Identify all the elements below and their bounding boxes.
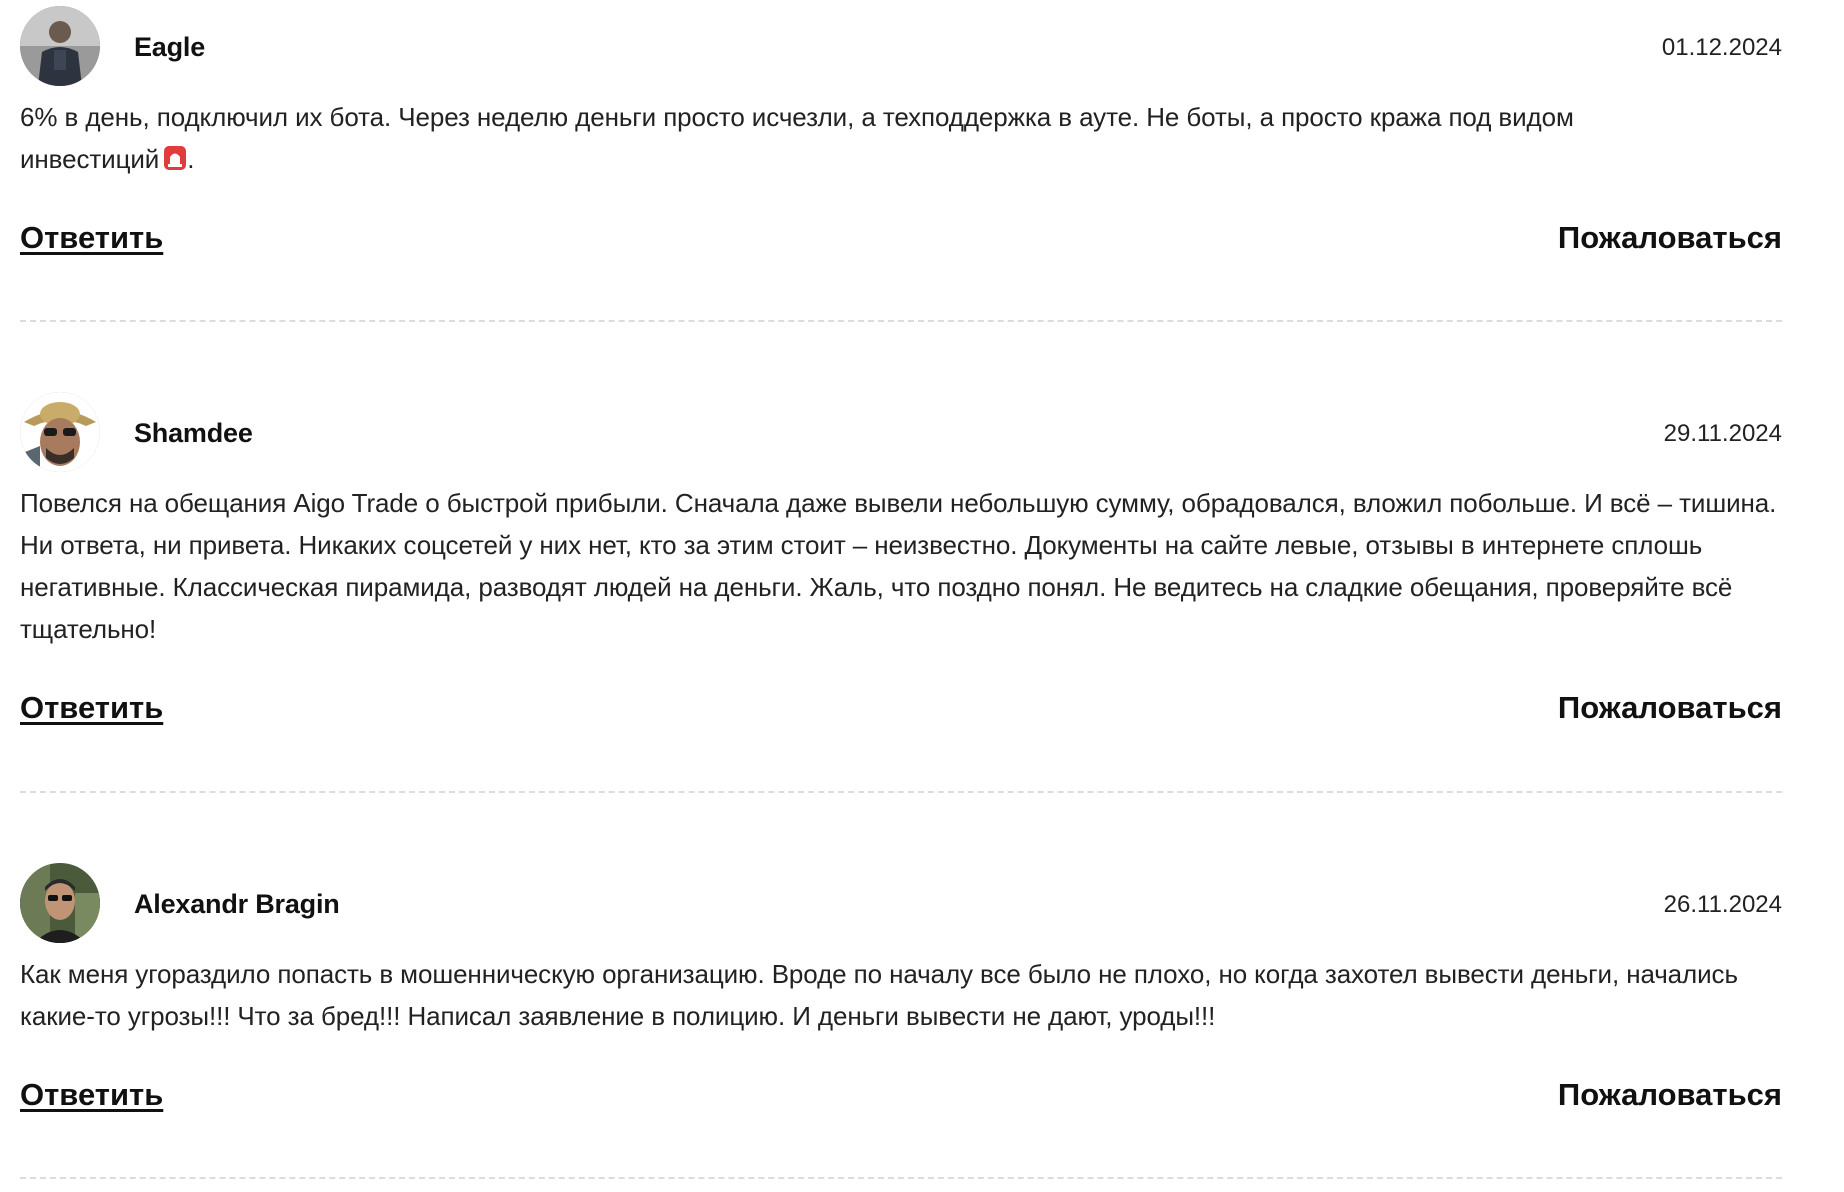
comment-text-end: .	[187, 144, 195, 174]
comment-item: Alexandr Bragin 26.11.2024 Как меня угор…	[20, 863, 1782, 1117]
comment-text: 6% в день, подключил их бота. Через неде…	[20, 96, 1782, 180]
comment-header: Shamdee 29.11.2024	[20, 392, 1782, 472]
comment-text: Как меня угораздило попасть в мошенничес…	[20, 959, 1738, 1031]
comment-header: Alexandr Bragin 26.11.2024	[20, 863, 1782, 943]
reply-link[interactable]: Ответить	[20, 220, 163, 256]
reply-link[interactable]: Ответить	[20, 1077, 163, 1113]
reply-link[interactable]: Ответить	[20, 690, 163, 726]
author-name: Shamdee	[134, 418, 253, 448]
comment-item: Eagle 01.12.2024 6% в день, подключил их…	[20, 6, 1782, 260]
report-link[interactable]: Пожаловаться	[1558, 1077, 1782, 1113]
author-name: Alexandr Bragin	[134, 889, 340, 919]
comment-date: 29.11.2024	[1663, 420, 1782, 447]
comment-divider	[20, 320, 1782, 322]
comment-text-line: инвестиций	[20, 144, 160, 174]
comment-actions: Ответить Пожаловаться	[20, 690, 1782, 730]
avatar	[20, 392, 100, 472]
comment-text-line: 6% в день, подключил их бота. Через неде…	[20, 102, 1574, 132]
comment-date: 01.12.2024	[1661, 34, 1782, 61]
avatar	[20, 863, 100, 943]
comment-divider	[20, 1177, 1782, 1179]
comment-actions: Ответить Пожаловаться	[20, 1077, 1782, 1117]
comment-date: 26.11.2024	[1663, 891, 1782, 918]
siren-icon	[163, 145, 187, 171]
comments-list: Eagle 01.12.2024 6% в день, подключил их…	[0, 0, 1844, 1192]
comment-text: Повелся на обещания Aigo Trade о быстрой…	[20, 488, 1777, 644]
report-link[interactable]: Пожаловаться	[1558, 220, 1782, 256]
comment-divider	[20, 791, 1782, 793]
comment-header: Eagle 01.12.2024	[20, 6, 1782, 86]
comment-item: Shamdee 29.11.2024 Повелся на обещания A…	[20, 392, 1782, 730]
comment-actions: Ответить Пожаловаться	[20, 220, 1782, 260]
author-name: Eagle	[134, 32, 206, 62]
report-link[interactable]: Пожаловаться	[1558, 690, 1782, 726]
avatar	[20, 6, 100, 86]
